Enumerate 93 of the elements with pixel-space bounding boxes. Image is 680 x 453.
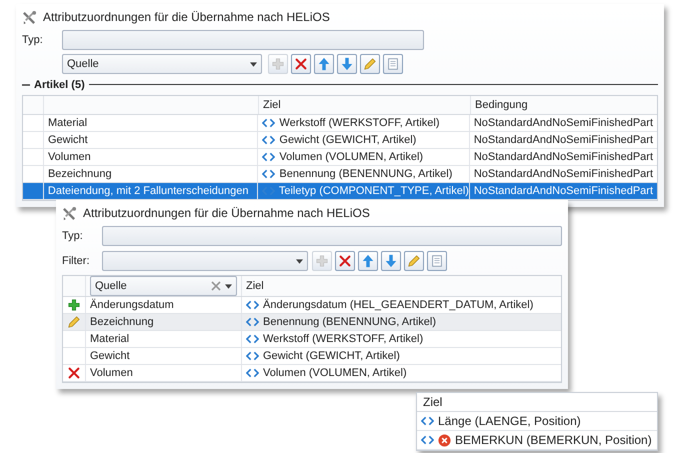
- copy-button[interactable]: [383, 54, 403, 74]
- table-cell: Bezeichnung: [42, 166, 258, 182]
- table-cell: Dateiendung, mit 2 Fallunterscheidungen: [42, 183, 257, 199]
- table-cell: Material: [85, 331, 241, 347]
- tools-icon: [22, 10, 37, 24]
- table-cell: Material: [42, 115, 258, 131]
- list-header: Ziel: [417, 393, 657, 412]
- field-label: Typ:: [22, 34, 44, 46]
- cross-icon: [294, 57, 308, 71]
- plus-icon: [271, 57, 285, 71]
- field-label: Typ:: [62, 230, 84, 242]
- document-icon: [386, 57, 400, 71]
- arrow-up-icon: [317, 57, 331, 71]
- column-header[interactable]: Ziel: [241, 276, 561, 296]
- plus-icon: [67, 298, 81, 312]
- table-cell: Gewicht (GEWICHT, Artikel): [263, 350, 400, 362]
- table-row[interactable]: Volumen Volumen (VOLUMEN, Artikel) NoStandardAndNoSemiFinishedPart: [23, 149, 657, 166]
- table-cell: NoStandardAndNoSemiFinishedPart: [468, 115, 657, 131]
- code-icon: [262, 152, 276, 162]
- caret-icon: [250, 62, 257, 66]
- filter-dropdown[interactable]: [102, 251, 308, 271]
- tools-icon: [62, 206, 77, 220]
- table-row[interactable]: Bezeichnung Benennung (BENENNUNG, Artikel): [63, 314, 561, 331]
- table-cell: NoStandardAndNoSemiFinishedPart: [468, 149, 657, 165]
- arrow-down-icon: [340, 57, 354, 71]
- column-header[interactable]: Bedingung: [470, 96, 657, 114]
- move-down-button[interactable]: [381, 251, 401, 271]
- table-row[interactable]: Dateiendung, mit 2 Fallunterscheidungen Teiletyp (COMPONENT_TYPE, Artikel) NoStandardAndNoSemiFinishedPart: [23, 183, 657, 200]
- pencil-icon: [407, 254, 421, 268]
- table-cell: Volumen (VOLUMEN, Artikel): [279, 151, 424, 163]
- code-icon: [246, 317, 259, 327]
- document-icon: [430, 254, 444, 268]
- pencil-icon: [363, 57, 377, 71]
- table-cell: Gewicht: [42, 132, 258, 148]
- source-dropdown[interactable]: Quelle: [90, 276, 237, 296]
- source-dropdown[interactable]: Quelle: [62, 54, 262, 74]
- table-cell: NoStandardAndNoSemiFinishedPart: [468, 166, 657, 182]
- clear-icon[interactable]: [211, 281, 221, 291]
- table-cell: Änderungsdatum: [85, 297, 241, 313]
- table-cell: Änderungsdatum (HEL_GEAENDERT_DATUM, Artikel): [263, 299, 534, 311]
- table-cell: Volumen: [42, 149, 258, 165]
- type-field[interactable]: [62, 30, 424, 50]
- delete-button[interactable]: [335, 251, 355, 271]
- field-label: Filter:: [62, 255, 90, 267]
- table-row[interactable]: Bezeichnung Benennung (BENENNUNG, Artikel) NoStandardAndNoSemiFinishedPart: [23, 166, 657, 183]
- table-cell: NoStandardAndNoSemiFinishedPart: [468, 132, 657, 148]
- delete-button[interactable]: [291, 54, 311, 74]
- window-title: Attributzuordnungen für die Übernahme nach HELiOS: [83, 206, 370, 220]
- copy-button[interactable]: [427, 251, 447, 271]
- table-cell: Teiletyp (COMPONENT_TYPE, Artikel): [278, 185, 469, 197]
- group-header[interactable]: Artikel (5): [34, 78, 85, 90]
- edit-button[interactable]: [404, 251, 424, 271]
- table-row[interactable]: Volumen Volumen (VOLUMEN, Artikel): [63, 365, 561, 382]
- code-icon: [262, 169, 276, 179]
- code-icon: [262, 118, 276, 128]
- table-cell: Benennung (BENENNUNG, Artikel): [263, 316, 436, 328]
- table-cell: Gewicht: [85, 348, 241, 364]
- type-field[interactable]: [102, 226, 562, 246]
- arrow-up-icon: [361, 254, 375, 268]
- code-icon: [246, 351, 259, 361]
- table-cell: Gewicht (GEWICHT, Artikel): [279, 134, 416, 146]
- list-item[interactable]: Länge (LAENGE, Position): [438, 414, 581, 428]
- move-up-button[interactable]: [314, 54, 334, 74]
- table-row[interactable]: Gewicht Gewicht (GEWICHT, Artikel): [63, 348, 561, 365]
- code-icon: [421, 416, 434, 426]
- arrow-down-icon: [384, 254, 398, 268]
- table-row[interactable]: Material Werkstoff (WERKSTOFF, Artikel) NoStandardAndNoSemiFinishedPart: [23, 115, 657, 132]
- caret-icon: [296, 258, 303, 264]
- table-cell: NoStandardAndNoSemiFinishedPart: [468, 183, 657, 199]
- code-icon: [246, 368, 259, 378]
- table-row[interactable]: Gewicht Gewicht (GEWICHT, Artikel) NoStandardAndNoSemiFinishedPart: [23, 132, 657, 149]
- cross-icon: [338, 254, 352, 268]
- list-item[interactable]: BEMERKUN (BEMERKUN, Position): [455, 433, 652, 447]
- code-icon: [262, 135, 276, 145]
- table-row[interactable]: Material Werkstoff (WERKSTOFF, Artikel): [63, 331, 561, 348]
- table-cell: Werkstoff (WERKSTOFF, Artikel): [279, 117, 440, 129]
- code-icon: [246, 334, 259, 344]
- table-cell: Volumen: [85, 365, 241, 381]
- code-icon: [421, 435, 434, 445]
- code-icon: [246, 300, 259, 310]
- table-cell: Benennung (BENENNUNG, Artikel): [279, 168, 452, 180]
- move-up-button[interactable]: [358, 251, 378, 271]
- table-cell: Werkstoff (WERKSTOFF, Artikel): [263, 333, 424, 345]
- edit-button[interactable]: [360, 54, 380, 74]
- window-title: Attributzuordnungen für die Übernahme nach HELiOS: [43, 10, 330, 24]
- caret-icon: [225, 284, 232, 288]
- table-row[interactable]: Änderungsdatum Änderungsdatum (HEL_GEAENDERT_DATUM, Artikel): [63, 297, 561, 314]
- column-header[interactable]: Ziel: [258, 96, 470, 114]
- move-down-button[interactable]: [337, 54, 357, 74]
- plus-icon: [315, 254, 329, 268]
- table-cell: Bezeichnung: [85, 314, 241, 330]
- cross-icon: [67, 366, 81, 380]
- table-cell: Volumen (VOLUMEN, Artikel): [263, 367, 407, 379]
